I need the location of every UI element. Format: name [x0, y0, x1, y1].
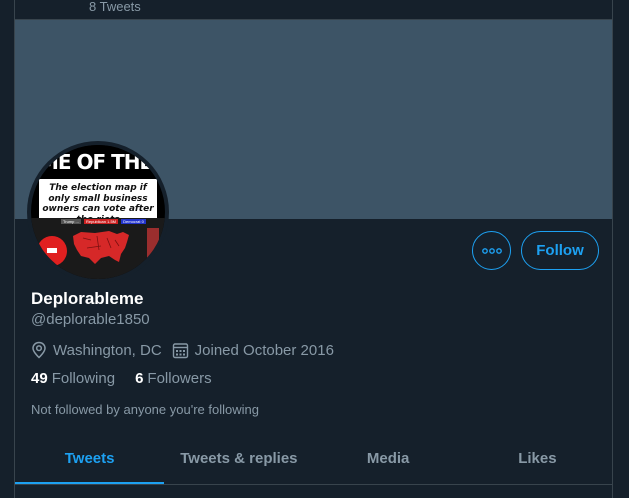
more-options-button[interactable] — [472, 231, 511, 270]
joined-text: Joined October 2016 — [194, 341, 334, 359]
avatar-map-legend: Trump ... Republican 1.5M Democrat 0 — [61, 219, 148, 224]
legend-item: Republican 1.5M — [83, 219, 119, 224]
avatar-map: Trump ... Republican 1.5M Democrat 0 — [31, 218, 165, 279]
avatar-red-circle — [37, 236, 67, 266]
following-label: Following — [51, 370, 116, 387]
profile-header-bar: 8 Tweets — [15, 0, 612, 20]
legend-item: Democrat 0 — [121, 219, 146, 224]
avatar-stats-panel — [147, 228, 159, 266]
tab-tweets-replies[interactable]: Tweets & replies — [164, 439, 313, 484]
legend-item: Trump ... — [61, 219, 81, 224]
followers-label: Followers — [147, 370, 212, 387]
profile-handle: @deplorable1850 — [31, 311, 150, 328]
followers-count: 6 — [135, 370, 144, 387]
following-count: 49 — [31, 370, 48, 387]
profile-meta: Washington, DC Joined October 2016 — [31, 340, 344, 360]
avatar-caption: The election map if only small business … — [39, 179, 157, 225]
more-horizontal-icon — [481, 247, 502, 254]
profile-name: Deplorableme — [31, 289, 144, 308]
tab-likes[interactable]: Likes — [463, 439, 612, 484]
follow-stats: 49 Following 6 Followers — [31, 370, 232, 387]
avatar[interactable]: ME OF THE D The election map if only sma… — [27, 141, 169, 283]
location-text: Washington, DC — [53, 341, 162, 359]
usa-map-icon — [73, 231, 129, 264]
joined-item: Joined October 2016 — [172, 342, 334, 359]
follow-button[interactable]: Follow — [521, 231, 599, 270]
profile-tabs: Tweets Tweets & replies Media Likes — [15, 439, 612, 485]
followers-link[interactable]: 6 Followers — [135, 370, 212, 387]
following-link[interactable]: 49 Following — [31, 370, 115, 387]
profile-column: 8 Tweets ME OF THE D The election map if… — [14, 0, 613, 498]
tab-media[interactable]: Media — [314, 439, 463, 484]
tab-tweets[interactable]: Tweets — [15, 439, 165, 484]
calendar-icon — [172, 342, 188, 358]
location-item: Washington, DC — [31, 341, 162, 359]
avatar-image: ME OF THE D The election map if only sma… — [31, 145, 165, 279]
mutual-followers-note: Not followed by anyone you're following — [31, 402, 259, 417]
tweet-count: 8 Tweets — [89, 0, 141, 14]
location-pin-icon — [32, 341, 46, 359]
avatar-headline: ME OF THE D — [31, 145, 165, 179]
